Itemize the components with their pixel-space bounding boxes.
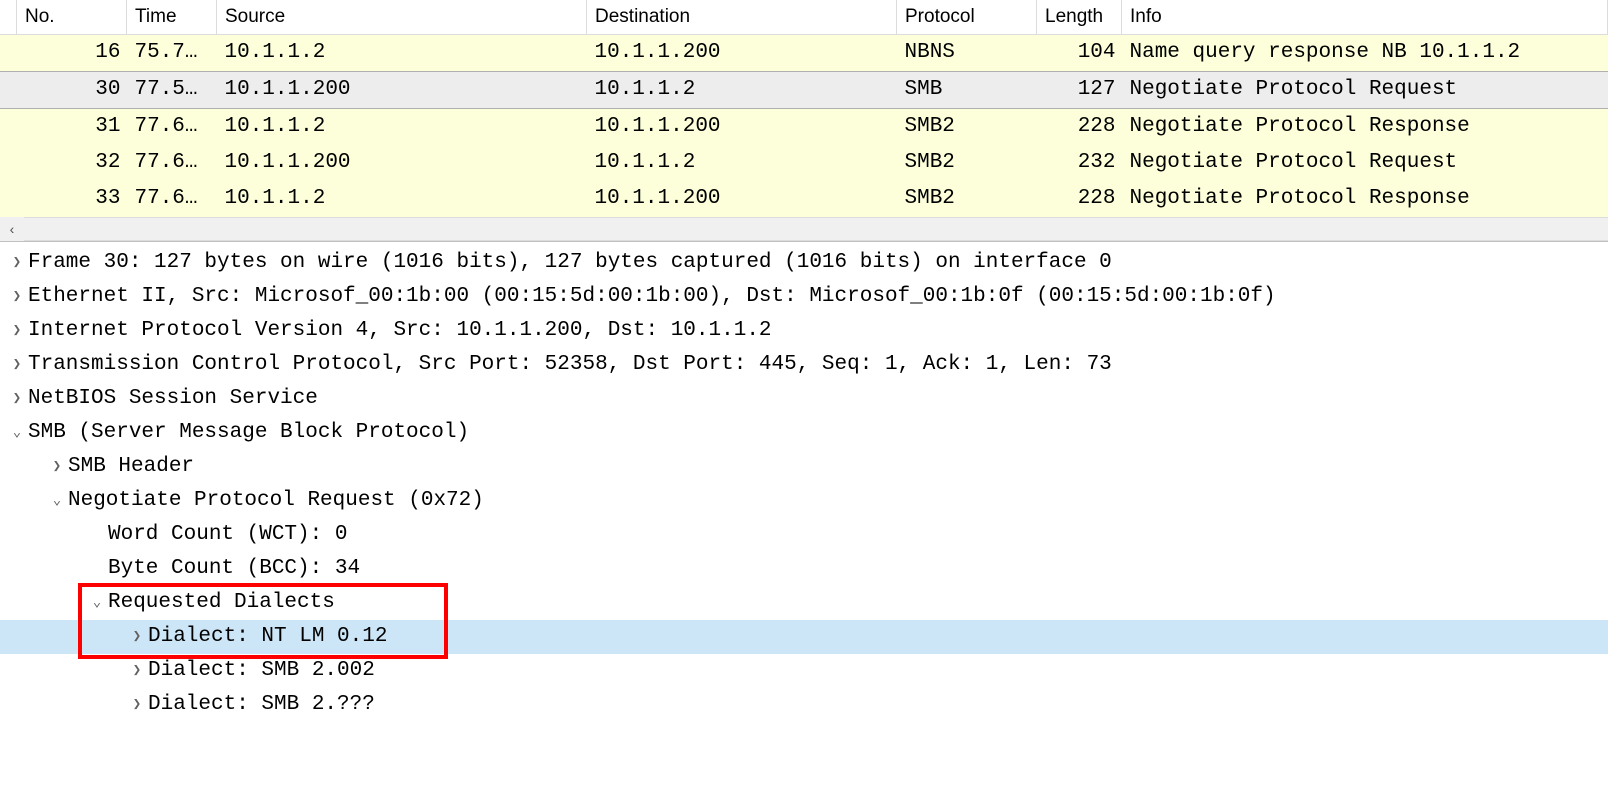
- cell-time: 77.6…: [127, 181, 217, 217]
- cell-time: 77.6…: [127, 109, 217, 146]
- tree-label: Dialect: NT LM 0.12: [148, 620, 387, 654]
- cell-no: 30: [17, 72, 127, 109]
- cell-len: 104: [1037, 35, 1122, 72]
- tree-smb-header[interactable]: ❯ SMB Header: [0, 450, 1608, 484]
- expand-icon[interactable]: ❯: [126, 620, 148, 654]
- col-header-destination[interactable]: Destination: [587, 0, 897, 35]
- cell-src: 10.1.1.200: [217, 72, 587, 109]
- col-header-no[interactable]: No.: [17, 0, 127, 35]
- tree-smb[interactable]: ⌄ SMB (Server Message Block Protocol): [0, 416, 1608, 450]
- edge-marker: [0, 181, 17, 217]
- tree-label: SMB (Server Message Block Protocol): [28, 416, 469, 450]
- cell-len: 228: [1037, 181, 1122, 217]
- cell-dst: 10.1.1.200: [587, 35, 897, 72]
- edge-marker: [0, 145, 17, 181]
- packet-row[interactable]: 3077.5…10.1.1.20010.1.1.2SMB127Negotiate…: [0, 72, 1608, 109]
- cell-src: 10.1.1.200: [217, 145, 587, 181]
- packet-details-pane[interactable]: ❯ Frame 30: 127 bytes on wire (1016 bits…: [0, 241, 1608, 722]
- edge-col-header: [0, 0, 17, 35]
- cell-len: 232: [1037, 145, 1122, 181]
- expand-icon[interactable]: ❯: [126, 688, 148, 722]
- tree-label: NetBIOS Session Service: [28, 382, 318, 416]
- cell-time: 77.5…: [127, 72, 217, 109]
- col-header-time[interactable]: Time: [127, 0, 217, 35]
- cell-src: 10.1.1.2: [217, 181, 587, 217]
- cell-len: 228: [1037, 109, 1122, 146]
- collapse-icon[interactable]: ⌄: [86, 586, 108, 620]
- cell-src: 10.1.1.2: [217, 35, 587, 72]
- cell-proto: SMB: [897, 72, 1037, 109]
- collapse-icon[interactable]: ⌄: [46, 484, 68, 518]
- packet-row[interactable]: 3177.6…10.1.1.210.1.1.200SMB2228Negotiat…: [0, 109, 1608, 146]
- tree-label: Dialect: SMB 2.002: [148, 654, 375, 688]
- expand-icon[interactable]: ❯: [6, 382, 28, 416]
- col-header-info[interactable]: Info: [1122, 0, 1608, 35]
- expand-icon[interactable]: ❯: [6, 280, 28, 314]
- cell-proto: SMB2: [897, 181, 1037, 217]
- cell-src: 10.1.1.2: [217, 109, 587, 146]
- tree-tcp[interactable]: ❯ Transmission Control Protocol, Src Por…: [0, 348, 1608, 382]
- packet-list-header-row: No. Time Source Destination Protocol Len…: [0, 0, 1608, 35]
- packet-list-hscrollbar[interactable]: ‹: [0, 217, 1608, 241]
- tree-label: Negotiate Protocol Request (0x72): [68, 484, 484, 518]
- cell-info: Negotiate Protocol Request: [1122, 72, 1608, 109]
- tree-wct[interactable]: • Word Count (WCT): 0: [0, 518, 1608, 552]
- packet-row[interactable]: 3377.6…10.1.1.210.1.1.200SMB2228Negotiat…: [0, 181, 1608, 217]
- tree-label: Dialect: SMB 2.???: [148, 688, 375, 722]
- tree-nbss[interactable]: ❯ NetBIOS Session Service: [0, 382, 1608, 416]
- cell-info: Negotiate Protocol Response: [1122, 181, 1608, 217]
- cell-time: 77.6…: [127, 145, 217, 181]
- cell-proto: SMB2: [897, 109, 1037, 146]
- tree-frame[interactable]: ❯ Frame 30: 127 bytes on wire (1016 bits…: [0, 246, 1608, 280]
- col-header-protocol[interactable]: Protocol: [897, 0, 1037, 35]
- tree-label: Byte Count (BCC): 34: [108, 552, 360, 586]
- tree-label: Ethernet II, Src: Microsof_00:1b:00 (00:…: [28, 280, 1276, 314]
- cell-info: Negotiate Protocol Response: [1122, 109, 1608, 146]
- tree-ip[interactable]: ❯ Internet Protocol Version 4, Src: 10.1…: [0, 314, 1608, 348]
- edge-marker: [0, 35, 17, 72]
- cell-no: 33: [17, 181, 127, 217]
- cell-dst: 10.1.1.2: [587, 145, 897, 181]
- cell-dst: 10.1.1.2: [587, 72, 897, 109]
- tree-dialect-ntlm[interactable]: ❯ Dialect: NT LM 0.12: [0, 620, 1608, 654]
- tree-negotiate-request[interactable]: ⌄ Negotiate Protocol Request (0x72): [0, 484, 1608, 518]
- packet-list-table[interactable]: No. Time Source Destination Protocol Len…: [0, 0, 1608, 217]
- tree-label: Frame 30: 127 bytes on wire (1016 bits),…: [28, 246, 1112, 280]
- cell-time: 75.7…: [127, 35, 217, 72]
- tree-ethernet[interactable]: ❯ Ethernet II, Src: Microsof_00:1b:00 (0…: [0, 280, 1608, 314]
- cell-proto: NBNS: [897, 35, 1037, 72]
- cell-no: 31: [17, 109, 127, 146]
- expand-icon[interactable]: ❯: [6, 314, 28, 348]
- tree-dialect-smb2wild[interactable]: ❯ Dialect: SMB 2.???: [0, 688, 1608, 722]
- tree-label: Requested Dialects: [108, 586, 335, 620]
- expand-icon[interactable]: ❯: [126, 654, 148, 688]
- cell-no: 16: [17, 35, 127, 72]
- edge-marker: [0, 109, 17, 146]
- tree-requested-dialects[interactable]: ⌄ Requested Dialects: [0, 586, 1608, 620]
- packet-row[interactable]: 1675.7…10.1.1.210.1.1.200NBNS104Name que…: [0, 35, 1608, 72]
- edge-marker: [0, 72, 17, 109]
- cell-no: 32: [17, 145, 127, 181]
- expand-icon[interactable]: ❯: [46, 450, 68, 484]
- tree-bcc[interactable]: • Byte Count (BCC): 34: [0, 552, 1608, 586]
- expand-icon[interactable]: ❯: [6, 348, 28, 382]
- cell-info: Name query response NB 10.1.1.2: [1122, 35, 1608, 72]
- tree-dialect-smb2002[interactable]: ❯ Dialect: SMB 2.002: [0, 654, 1608, 688]
- cell-proto: SMB2: [897, 145, 1037, 181]
- cell-dst: 10.1.1.200: [587, 109, 897, 146]
- scroll-left-arrow-icon[interactable]: ‹: [0, 217, 24, 241]
- cell-info: Negotiate Protocol Request: [1122, 145, 1608, 181]
- collapse-icon[interactable]: ⌄: [6, 416, 28, 450]
- expand-icon[interactable]: ❯: [6, 246, 28, 280]
- packet-row[interactable]: 3277.6…10.1.1.20010.1.1.2SMB2232Negotiat…: [0, 145, 1608, 181]
- tree-label: Internet Protocol Version 4, Src: 10.1.1…: [28, 314, 772, 348]
- cell-dst: 10.1.1.200: [587, 181, 897, 217]
- cell-len: 127: [1037, 72, 1122, 109]
- scroll-track[interactable]: [24, 218, 1608, 240]
- tree-label: SMB Header: [68, 450, 194, 484]
- tree-label: Transmission Control Protocol, Src Port:…: [28, 348, 1112, 382]
- col-header-length[interactable]: Length: [1037, 0, 1122, 35]
- tree-label: Word Count (WCT): 0: [108, 518, 347, 552]
- col-header-source[interactable]: Source: [217, 0, 587, 35]
